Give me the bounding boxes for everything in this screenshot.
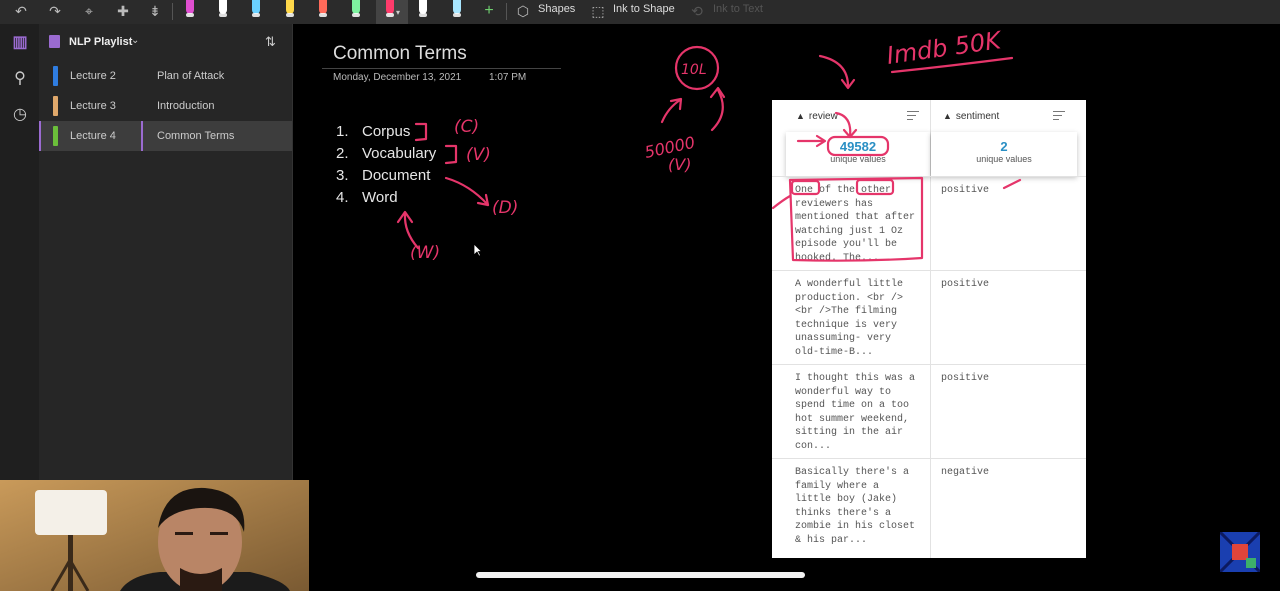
section-color-tab bbox=[53, 66, 58, 86]
pen-6[interactable] bbox=[349, 0, 363, 20]
webcam-overlay bbox=[0, 480, 309, 591]
section-color-tab bbox=[53, 96, 58, 116]
sort-icon bbox=[1053, 111, 1065, 121]
table-row: A wonderful little production. <br /> <b… bbox=[772, 270, 1086, 364]
review-cell: A wonderful little production. <br /> <b… bbox=[795, 279, 904, 358]
review-cell: Basically there's a family where a littl… bbox=[795, 467, 916, 546]
title-underline bbox=[322, 68, 561, 69]
page-introduction[interactable]: Introduction bbox=[141, 91, 292, 121]
text-type-icon: ▲ bbox=[943, 111, 952, 121]
text-type-icon: ▲ bbox=[796, 111, 805, 121]
list-number: 1. bbox=[336, 123, 349, 140]
toolbar-divider bbox=[172, 3, 173, 20]
notebooks-icon[interactable]: ▥ bbox=[9, 32, 31, 54]
navigation-rail: ▥ ⚲ ◷ bbox=[0, 24, 39, 480]
pen-7-selected[interactable]: ▾ bbox=[376, 0, 408, 24]
sort-icon bbox=[907, 111, 919, 121]
page-label: Common Terms bbox=[157, 130, 235, 142]
list-number: 3. bbox=[336, 167, 349, 184]
section-label: Lecture 4 bbox=[70, 130, 116, 142]
list-number: 2. bbox=[336, 145, 349, 162]
page-label: Introduction bbox=[157, 100, 215, 112]
sort-pages-icon[interactable]: ⇅ bbox=[265, 34, 276, 50]
ink-to-shape-icon[interactable]: ⬚ bbox=[589, 0, 607, 22]
undo-icon[interactable]: ↶ bbox=[10, 0, 32, 22]
pen-5[interactable] bbox=[316, 0, 330, 20]
shapes-button[interactable]: Shapes bbox=[538, 3, 575, 15]
review-cell: I thought this was a wonderful way to sp… bbox=[795, 373, 916, 452]
pen-8[interactable] bbox=[416, 0, 430, 20]
section-color-tab bbox=[53, 126, 58, 146]
list-item: 2. Vocabulary bbox=[336, 143, 436, 165]
shapes-icon[interactable]: ⬡ bbox=[514, 0, 532, 22]
term-text[interactable]: Vocabulary bbox=[362, 145, 436, 162]
dataset-preview-image: ▲ review ▲ sentiment 49582 unique values 2… bbox=[772, 100, 1086, 558]
chevron-down-icon[interactable]: ⌄ bbox=[131, 35, 139, 46]
unique-label: unique values bbox=[976, 154, 1032, 164]
ink-to-text-icon: ⟲ bbox=[691, 2, 703, 19]
column-header-review: ▲ review bbox=[772, 100, 930, 132]
page-label: Plan of Attack bbox=[157, 70, 225, 82]
list-item: 4. Word bbox=[336, 187, 436, 209]
list-item: 3. Document bbox=[336, 165, 436, 187]
sentiment-cell: positive bbox=[941, 279, 990, 290]
table-row: Basically there's a family where a littl… bbox=[772, 458, 1086, 558]
sentiment-cell: positive bbox=[941, 185, 990, 196]
table-row: I thought this was a wonderful way to sp… bbox=[772, 364, 1086, 458]
column-name: review bbox=[808, 111, 838, 122]
unique-label: unique values bbox=[830, 154, 886, 164]
section-lecture-2[interactable]: Lecture 2 bbox=[39, 61, 141, 91]
notebook-header[interactable]: NLP Playlist ⌄ ⇅ bbox=[39, 24, 292, 62]
section-lecture-3[interactable]: Lecture 3 bbox=[39, 91, 141, 121]
lamp-shade bbox=[35, 490, 107, 535]
eraser-icon[interactable]: ⇟ bbox=[144, 0, 166, 22]
list-number: 4. bbox=[336, 189, 349, 206]
lasso-select-icon[interactable]: ⌖ bbox=[78, 0, 100, 22]
review-unique-summary: 49582 unique values bbox=[786, 132, 930, 176]
terms-list[interactable]: 1. Corpus 2. Vocabulary 3. Document 4. Word bbox=[336, 121, 436, 209]
pen-2[interactable] bbox=[216, 0, 230, 20]
section-lecture-4[interactable]: Lecture 4 bbox=[39, 121, 141, 151]
mouse-cursor-icon bbox=[473, 243, 482, 257]
column-header-sentiment: ▲ sentiment bbox=[931, 100, 1086, 132]
section-label: Lecture 3 bbox=[70, 100, 116, 112]
notebook-icon bbox=[49, 35, 60, 48]
column-name: sentiment bbox=[955, 111, 1000, 122]
page-common-terms[interactable]: Common Terms bbox=[141, 121, 292, 151]
table-row: One of the other reviewers has mentioned… bbox=[772, 176, 1086, 270]
ink-to-shape-button[interactable]: Ink to Shape bbox=[613, 3, 675, 15]
pen-4[interactable] bbox=[283, 0, 297, 20]
recent-clock-icon[interactable]: ◷ bbox=[9, 104, 31, 126]
sentiment-unique-summary: 2 unique values bbox=[931, 132, 1077, 176]
channel-logo-icon bbox=[1220, 532, 1260, 572]
search-icon[interactable]: ⚲ bbox=[9, 68, 31, 90]
term-text[interactable]: Document bbox=[362, 167, 430, 184]
unique-count: 49582 bbox=[839, 139, 877, 154]
chevron-down-icon[interactable]: ▾ bbox=[396, 8, 400, 17]
toolbar-divider bbox=[506, 3, 507, 20]
page-title[interactable]: Common Terms bbox=[333, 43, 467, 65]
page-plan-of-attack[interactable]: Plan of Attack bbox=[141, 61, 292, 91]
unique-count: 2 bbox=[1000, 139, 1008, 154]
pen-1[interactable] bbox=[183, 0, 197, 20]
sentiment-cell: negative bbox=[941, 467, 990, 478]
sentiment-cell: positive bbox=[941, 373, 990, 384]
notebook-name[interactable]: NLP Playlist bbox=[69, 36, 132, 48]
review-cell: One of the other reviewers has mentioned… bbox=[795, 185, 916, 264]
term-text[interactable]: Corpus bbox=[362, 123, 410, 140]
term-text[interactable]: Word bbox=[362, 189, 398, 206]
presenter-video bbox=[0, 480, 309, 591]
add-space-icon[interactable]: ✚ bbox=[112, 0, 134, 22]
home-indicator-bar[interactable] bbox=[476, 572, 805, 578]
section-label: Lecture 2 bbox=[70, 70, 116, 82]
ribbon-toolbar: ↶ ↷ ⌖ ✚ ⇟ ▾ + ⬡ Shapes ⬚ Ink to Shape ⟲ … bbox=[0, 0, 1280, 25]
redo-icon[interactable]: ↷ bbox=[44, 0, 66, 22]
page-time: 1:07 PM bbox=[489, 72, 527, 83]
page-date: Monday, December 13, 2021 bbox=[333, 72, 462, 83]
list-item: 1. Corpus bbox=[336, 121, 436, 143]
pen-3[interactable] bbox=[249, 0, 263, 20]
ink-to-text-button: Ink to Text bbox=[713, 3, 763, 15]
add-pen-icon[interactable]: + bbox=[478, 0, 500, 22]
pen-9[interactable] bbox=[450, 0, 464, 20]
